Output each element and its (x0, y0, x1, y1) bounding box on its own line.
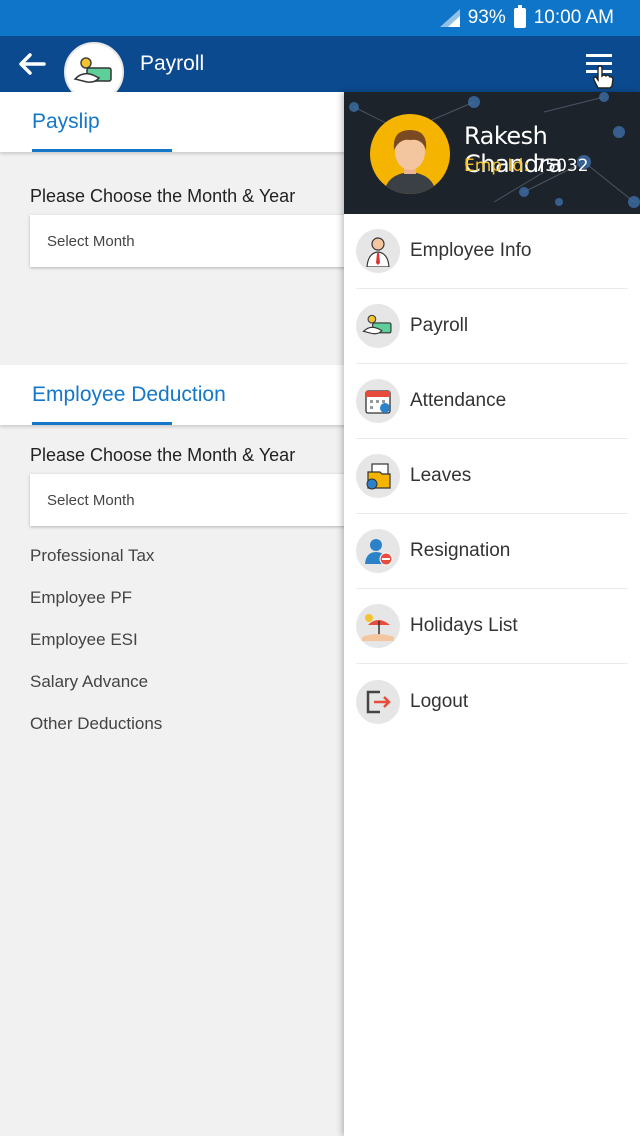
back-arrow-icon (19, 53, 46, 75)
navigation-drawer: Rakesh Chandra Emp Id: 75032 Employee In… (344, 92, 640, 1136)
resignation-icon (356, 529, 400, 573)
battery-percentage: 93% (467, 7, 506, 28)
signal-icon (439, 9, 460, 27)
tab-payslip-label: Payslip (32, 110, 100, 133)
back-button[interactable] (0, 36, 64, 92)
tab-deduction-label: Employee Deduction (32, 383, 226, 406)
menu-button[interactable] (584, 50, 616, 90)
select-placeholder: Select Month (47, 491, 135, 509)
hamburger-icon (586, 54, 614, 89)
drawer-item-label: Employee Info (410, 240, 532, 261)
calendar-icon (356, 379, 400, 423)
battery-icon (513, 5, 526, 28)
deduction-month-select[interactable]: Select Month (30, 474, 360, 526)
tab-underline (32, 149, 172, 152)
page-title: Payroll (140, 52, 205, 75)
select-placeholder: Select Month (47, 232, 135, 250)
payroll-icon (73, 57, 112, 83)
drawer-item-employee-info[interactable]: Employee Info (356, 214, 628, 289)
payslip-month-select[interactable]: Select Month (30, 215, 360, 267)
beach-icon (356, 604, 400, 648)
drawer-item-label: Logout (410, 690, 469, 712)
employee-icon (356, 229, 400, 273)
drawer-item-label: Payroll (410, 315, 469, 336)
avatar (370, 114, 450, 194)
drawer-item-label: Resignation (410, 540, 511, 561)
tab-underline (32, 422, 172, 425)
employee-id: Emp Id: 75032 (464, 156, 589, 176)
drawer-item-holidays-list[interactable]: Holidays List (356, 589, 628, 664)
app-bar: Payroll (0, 36, 640, 102)
drawer-item-logout[interactable]: Logout (356, 664, 628, 739)
emp-id-label: Emp Id: (464, 156, 530, 176)
leaves-icon (356, 454, 400, 498)
logout-icon (356, 679, 400, 724)
drawer-item-label: Leaves (410, 465, 472, 486)
drawer-header: Rakesh Chandra Emp Id: 75032 (344, 92, 640, 214)
drawer-item-leaves[interactable]: Leaves (356, 439, 628, 514)
drawer-item-attendance[interactable]: Attendance (356, 364, 628, 439)
user-avatar-icon (384, 130, 436, 194)
drawer-item-label: Holidays List (410, 615, 518, 636)
payroll-icon (356, 304, 400, 348)
drawer-item-label: Attendance (410, 390, 507, 411)
status-bar: 93% 10:00 AM (0, 0, 640, 36)
drawer-item-payroll[interactable]: Payroll (356, 289, 628, 364)
clock: 10:00 AM (533, 7, 614, 28)
emp-id-value: 75032 (534, 156, 589, 176)
drawer-item-resignation[interactable]: Resignation (356, 514, 628, 589)
drawer-menu: Employee Info Payroll Attendance Leaves … (344, 214, 640, 739)
